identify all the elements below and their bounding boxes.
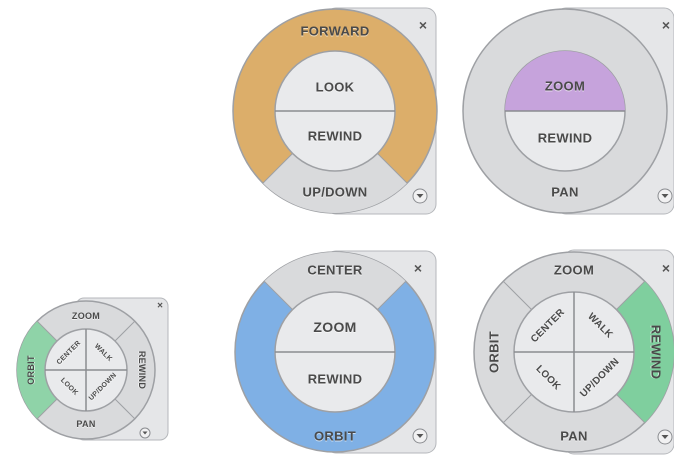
close-icon[interactable]: ×	[662, 260, 670, 276]
wheel-forward-updown[interactable]: UP/DOWN	[303, 185, 368, 200]
view-object-wheel-center: CENTER ZOOM REWIND ORBIT ×	[230, 249, 440, 455]
wheel-center-orbit[interactable]: ORBIT	[314, 429, 356, 444]
view-object-wheel: ZOOM REWIND PAN ×	[460, 4, 674, 218]
wheel-forward-rewind[interactable]: REWIND	[308, 129, 363, 144]
menu-icon[interactable]	[140, 428, 150, 438]
wheel-mini-rewind[interactable]: REWIND	[137, 351, 147, 389]
menu-icon[interactable]	[658, 430, 672, 444]
menu-icon[interactable]	[413, 189, 427, 203]
close-icon[interactable]: ×	[157, 301, 163, 312]
wheel-full-orbit[interactable]: ORBIT	[487, 331, 502, 373]
wheel-mini-zoom[interactable]: ZOOM	[72, 311, 100, 321]
wheel-zoom-top-pan[interactable]: PAN	[551, 185, 578, 200]
wheel-full-rewind[interactable]: REWIND	[649, 325, 664, 380]
menu-icon[interactable]	[413, 429, 427, 443]
wheel-mini-pan[interactable]: PAN	[76, 419, 95, 429]
wheel-forward-look[interactable]: LOOK	[316, 80, 355, 95]
close-icon[interactable]: ×	[662, 17, 670, 33]
wheel-mini-orbit[interactable]: ORBIT	[26, 355, 36, 385]
wheel-full-graphic	[473, 249, 674, 455]
close-icon[interactable]: ×	[414, 260, 422, 276]
tour-building-wheel: FORWARD LOOK REWIND UP/DOWN ×	[230, 4, 440, 218]
close-icon[interactable]: ×	[419, 17, 427, 33]
wheel-full-zoom[interactable]: ZOOM	[554, 263, 594, 278]
wheel-center-center[interactable]: CENTER	[307, 263, 362, 278]
wheel-center-zoom[interactable]: ZOOM	[313, 319, 356, 335]
full-navigation-wheel-mini: ZOOM REWIND PAN ORBIT CENTER WALK LOOK U…	[12, 296, 169, 446]
wheel-center-graphic	[234, 250, 437, 454]
wheel-full-pan[interactable]: PAN	[560, 429, 587, 444]
wheel-zoom-top-zoom[interactable]: ZOOM	[545, 79, 585, 94]
full-navigation-wheel: ZOOM REWIND PAN ORBIT CENTER WALK LOOK U…	[473, 248, 674, 456]
wheel-zoom-top-rewind[interactable]: REWIND	[538, 131, 593, 146]
wheel-center-rewind[interactable]: REWIND	[308, 372, 363, 387]
menu-icon[interactable]	[658, 189, 672, 203]
wheel-forward-forward[interactable]: FORWARD	[300, 24, 369, 39]
